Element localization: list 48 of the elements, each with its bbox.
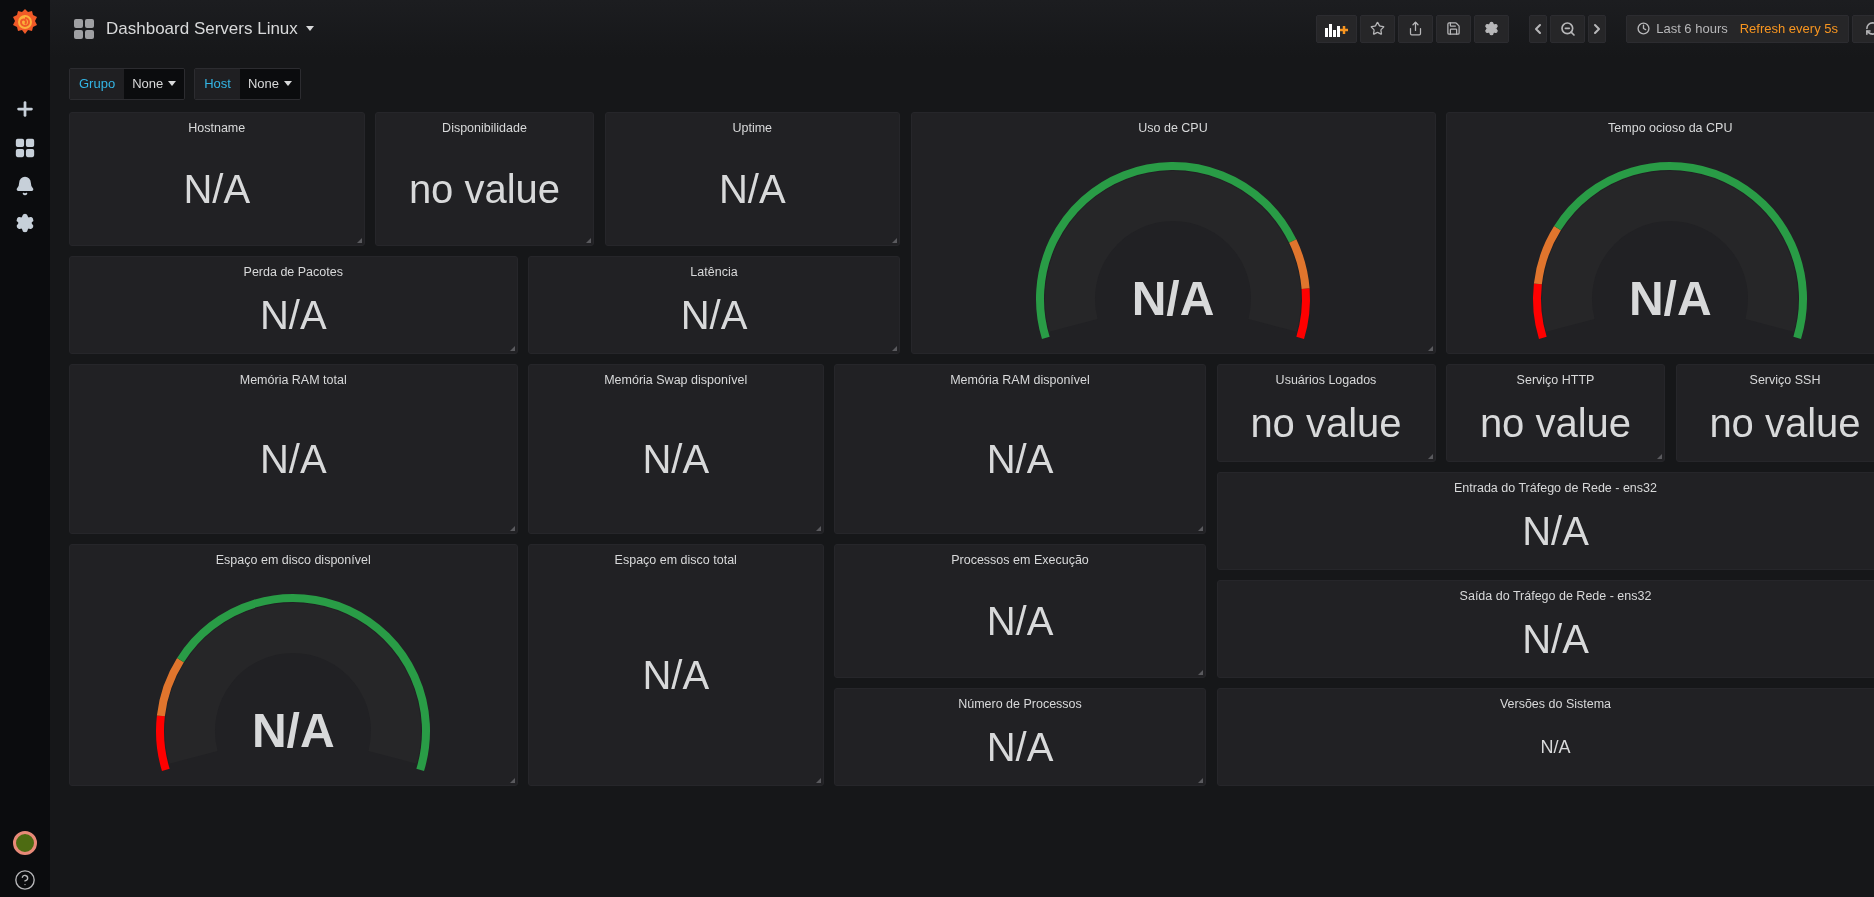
- stat-value: no value: [1479, 400, 1632, 447]
- gauge-value: N/A: [250, 704, 336, 758]
- variable-label: Host: [195, 68, 240, 99]
- panel-title[interactable]: Uso de CPU: [1138, 120, 1208, 136]
- panel-title[interactable]: Serviço SSH: [1749, 372, 1821, 388]
- variable-dropdown[interactable]: None: [124, 68, 185, 99]
- time-range: Last 6 hours: [1656, 19, 1728, 38]
- gauge-value: N/A: [1627, 272, 1713, 326]
- stat-value: N/A: [1540, 736, 1571, 759]
- stat-value: N/A: [718, 166, 786, 213]
- stat-value: N/A: [259, 436, 327, 483]
- refresh-interval: Refresh every 5s: [1739, 19, 1838, 38]
- panel-title[interactable]: Espaço em disco disponível: [215, 552, 371, 568]
- panel-title[interactable]: Memória RAM total: [239, 372, 347, 388]
- dashboard-title[interactable]: Dashboard Servers Linux: [106, 15, 314, 42]
- panel-title[interactable]: Memória Swap disponível: [604, 372, 748, 388]
- panel-title[interactable]: Usuários Logados: [1275, 372, 1377, 388]
- stat-value: no value: [408, 166, 561, 213]
- stat-value: N/A: [986, 598, 1054, 645]
- stat-value: no value: [1709, 400, 1861, 447]
- variable-label: Grupo: [70, 68, 125, 99]
- stat-value: N/A: [1522, 508, 1589, 555]
- stat-value: N/A: [986, 724, 1054, 771]
- time-picker[interactable]: Last 6 hours Refresh every 5s: [1626, 14, 1849, 43]
- panel-title[interactable]: Versões do Sistema: [1499, 696, 1612, 712]
- panel-title[interactable]: Hostname: [188, 120, 246, 136]
- panel-title[interactable]: Saída do Tráfego de Rede - ens32: [1459, 588, 1652, 604]
- panel-title[interactable]: Serviço HTTP: [1516, 372, 1595, 388]
- gauge-value: N/A: [1130, 272, 1216, 326]
- panel-title[interactable]: Perda de Pacotes: [243, 264, 343, 280]
- stat-value: N/A: [259, 292, 327, 339]
- panel-title[interactable]: Disponibilidade: [442, 120, 527, 136]
- stat-value: N/A: [986, 436, 1054, 483]
- panel-title[interactable]: Tempo ocioso da CPU: [1608, 120, 1733, 136]
- stat-value: no value: [1250, 400, 1402, 447]
- stat-value: N/A: [183, 166, 251, 213]
- panel-title[interactable]: Memória RAM disponível: [950, 372, 1090, 388]
- stat-value: N/A: [642, 436, 710, 483]
- panel-title[interactable]: Latência: [690, 264, 738, 280]
- panel-title[interactable]: Número de Processos: [958, 696, 1082, 712]
- panel-title[interactable]: Uptime: [732, 120, 773, 136]
- variable-dropdown[interactable]: None: [239, 68, 301, 99]
- stat-value: N/A: [680, 292, 748, 339]
- stat-value: N/A: [642, 652, 710, 699]
- panel-title[interactable]: Processos em Execução: [951, 552, 1089, 568]
- panel-title[interactable]: Espaço em disco total: [614, 552, 737, 568]
- stat-value: N/A: [1522, 616, 1589, 663]
- panel-title[interactable]: Entrada do Tráfego de Rede - ens32: [1454, 480, 1657, 496]
